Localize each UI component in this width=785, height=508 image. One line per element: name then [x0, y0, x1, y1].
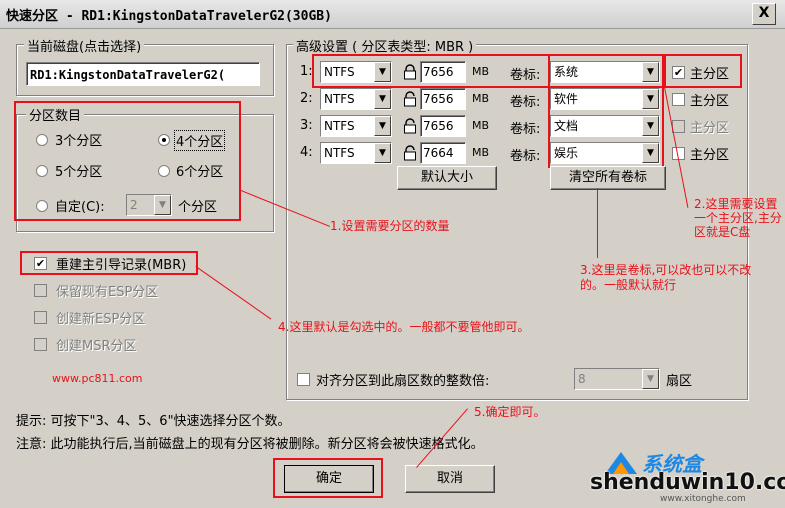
fs-select[interactable]: NTFS ▼ — [320, 88, 392, 110]
unlock-icon[interactable] — [402, 118, 418, 134]
annotation-3: 3.这里是卷标,可以改也可以不改的。一般默认就行 — [580, 263, 752, 292]
label-3-partitions: 3个分区 — [55, 134, 103, 149]
fs-select[interactable]: NTFS ▼ — [320, 61, 392, 83]
checkbox-primary[interactable]: ✔ — [672, 66, 685, 79]
size-input[interactable]: 7656 — [420, 88, 466, 110]
row-index: 4: — [300, 145, 313, 160]
cancel-button[interactable]: 取消 — [405, 465, 495, 493]
row-index: 1: — [300, 64, 313, 79]
label-caption: 卷标: — [510, 95, 541, 110]
chevron-down-icon: ▼ — [642, 89, 659, 109]
label-caption: 卷标: — [510, 122, 541, 137]
volume-label-select[interactable]: 软件 ▼ — [550, 88, 660, 110]
label-caption: 卷标: — [510, 149, 541, 164]
annotation-2: 2.这里需要设置一个主分区,主分区就是C盘 — [694, 197, 782, 239]
checkbox-rebuild-mbr[interactable]: ✔ — [34, 257, 47, 270]
advanced-group-label: 高级设置 ( 分区表类型: MBR ) — [293, 36, 477, 55]
annotation-1: 1.设置需要分区的数量 — [330, 219, 450, 233]
watermark-url: www.pc811.com — [52, 372, 143, 385]
label-new-esp: 创建新ESP分区 — [56, 312, 146, 327]
chevron-down-icon: ▼ — [642, 62, 659, 82]
checkbox-keep-esp[interactable] — [34, 284, 47, 297]
radio-5-partitions[interactable] — [36, 165, 48, 177]
size-input[interactable]: 7656 — [420, 115, 466, 137]
label-create-msr: 创建MSR分区 — [56, 339, 137, 354]
row-index: 3: — [300, 118, 313, 133]
volume-label-select[interactable]: 文档 ▼ — [550, 115, 660, 137]
size-input[interactable]: 7664 — [420, 142, 466, 164]
arrow-line-4 — [195, 266, 272, 320]
radio-custom[interactable] — [36, 200, 48, 212]
window-title: 快速分区 - RD1:KingstonDataTravelerG2(30GB) — [6, 9, 332, 24]
annotation-4: 4.这里默认是勾选中的。一般都不要管他即可。 — [278, 320, 530, 334]
chevron-down-icon: ▼ — [154, 195, 171, 215]
default-size-button[interactable]: 默认大小 — [397, 166, 497, 190]
lock-icon[interactable] — [402, 64, 418, 80]
custom-count-select[interactable]: 2 ▼ — [126, 194, 172, 216]
label-align: 对齐分区到此扇区数的整数倍: — [316, 374, 490, 389]
size-input[interactable]: 7656 — [420, 61, 466, 83]
label-primary: 主分区 — [690, 94, 730, 109]
radio-6-partitions[interactable] — [158, 165, 170, 177]
close-button[interactable]: X — [752, 3, 776, 25]
chevron-down-icon: ▼ — [374, 89, 391, 109]
chevron-down-icon: ▼ — [374, 143, 391, 163]
fs-select[interactable]: NTFS ▼ — [320, 115, 392, 137]
clear-labels-button[interactable]: 清空所有卷标 — [550, 166, 666, 190]
size-unit: MB — [472, 92, 490, 105]
brand-site: shenduwin10.com — [590, 470, 785, 495]
checkbox-create-msr[interactable] — [34, 338, 47, 351]
disk-selector[interactable]: RD1:KingstonDataTravelerG2( — [26, 62, 260, 86]
disk-group-label: 当前磁盘(点击选择) — [24, 36, 145, 55]
count-group-label: 分区数目 — [26, 105, 85, 124]
tip-text: 提示: 可按下"3、4、5、6"快速选择分区个数。 — [16, 414, 291, 429]
fs-select[interactable]: NTFS ▼ — [320, 142, 392, 164]
size-unit: MB — [472, 146, 490, 159]
unlock-icon[interactable] — [402, 91, 418, 107]
checkbox-primary[interactable] — [672, 120, 685, 133]
align-select[interactable]: 8 ▼ — [574, 368, 660, 390]
label-5-partitions: 5个分区 — [55, 165, 103, 180]
label-6-partitions: 6个分区 — [176, 165, 224, 180]
arrow-line-3 — [597, 188, 598, 258]
label-caption: 卷标: — [510, 68, 541, 83]
label-primary: 主分区 — [690, 121, 730, 136]
row-index: 2: — [300, 91, 313, 106]
label-custom-unit: 个分区 — [178, 200, 218, 215]
label-align-unit: 扇区 — [666, 374, 693, 389]
chevron-down-icon: ▼ — [642, 116, 659, 136]
volume-label-select[interactable]: 娱乐 ▼ — [550, 142, 660, 164]
label-keep-esp: 保留现有ESP分区 — [56, 285, 159, 300]
label-4-partitions: 4个分区 — [174, 130, 226, 151]
radio-3-partitions[interactable] — [36, 134, 48, 146]
checkbox-new-esp[interactable] — [34, 311, 47, 324]
chevron-down-icon: ▼ — [374, 62, 391, 82]
chevron-down-icon: ▼ — [642, 369, 659, 389]
label-primary: 主分区 — [690, 148, 730, 163]
ok-button[interactable]: 确定 — [284, 465, 374, 493]
size-unit: MB — [472, 65, 490, 78]
checkbox-primary[interactable] — [672, 93, 685, 106]
chevron-down-icon: ▼ — [374, 116, 391, 136]
volume-label-select[interactable]: 系统 ▼ — [550, 61, 660, 83]
annotation-5: 5.确定即可。 — [474, 405, 546, 419]
radio-4-partitions[interactable] — [158, 134, 170, 146]
size-unit: MB — [472, 119, 490, 132]
brand-small: www.xitonghe.com — [660, 494, 746, 504]
label-rebuild-mbr: 重建主引导记录(MBR) — [56, 258, 187, 273]
label-primary: 主分区 — [690, 67, 730, 82]
chevron-down-icon: ▼ — [642, 143, 659, 163]
unlock-icon[interactable] — [402, 145, 418, 161]
label-custom: 自定(C): — [55, 200, 105, 215]
warning-text: 注意: 此功能执行后,当前磁盘上的现有分区将被删除。新分区将会被快速格式化。 — [16, 437, 484, 452]
checkbox-align[interactable] — [297, 373, 310, 386]
